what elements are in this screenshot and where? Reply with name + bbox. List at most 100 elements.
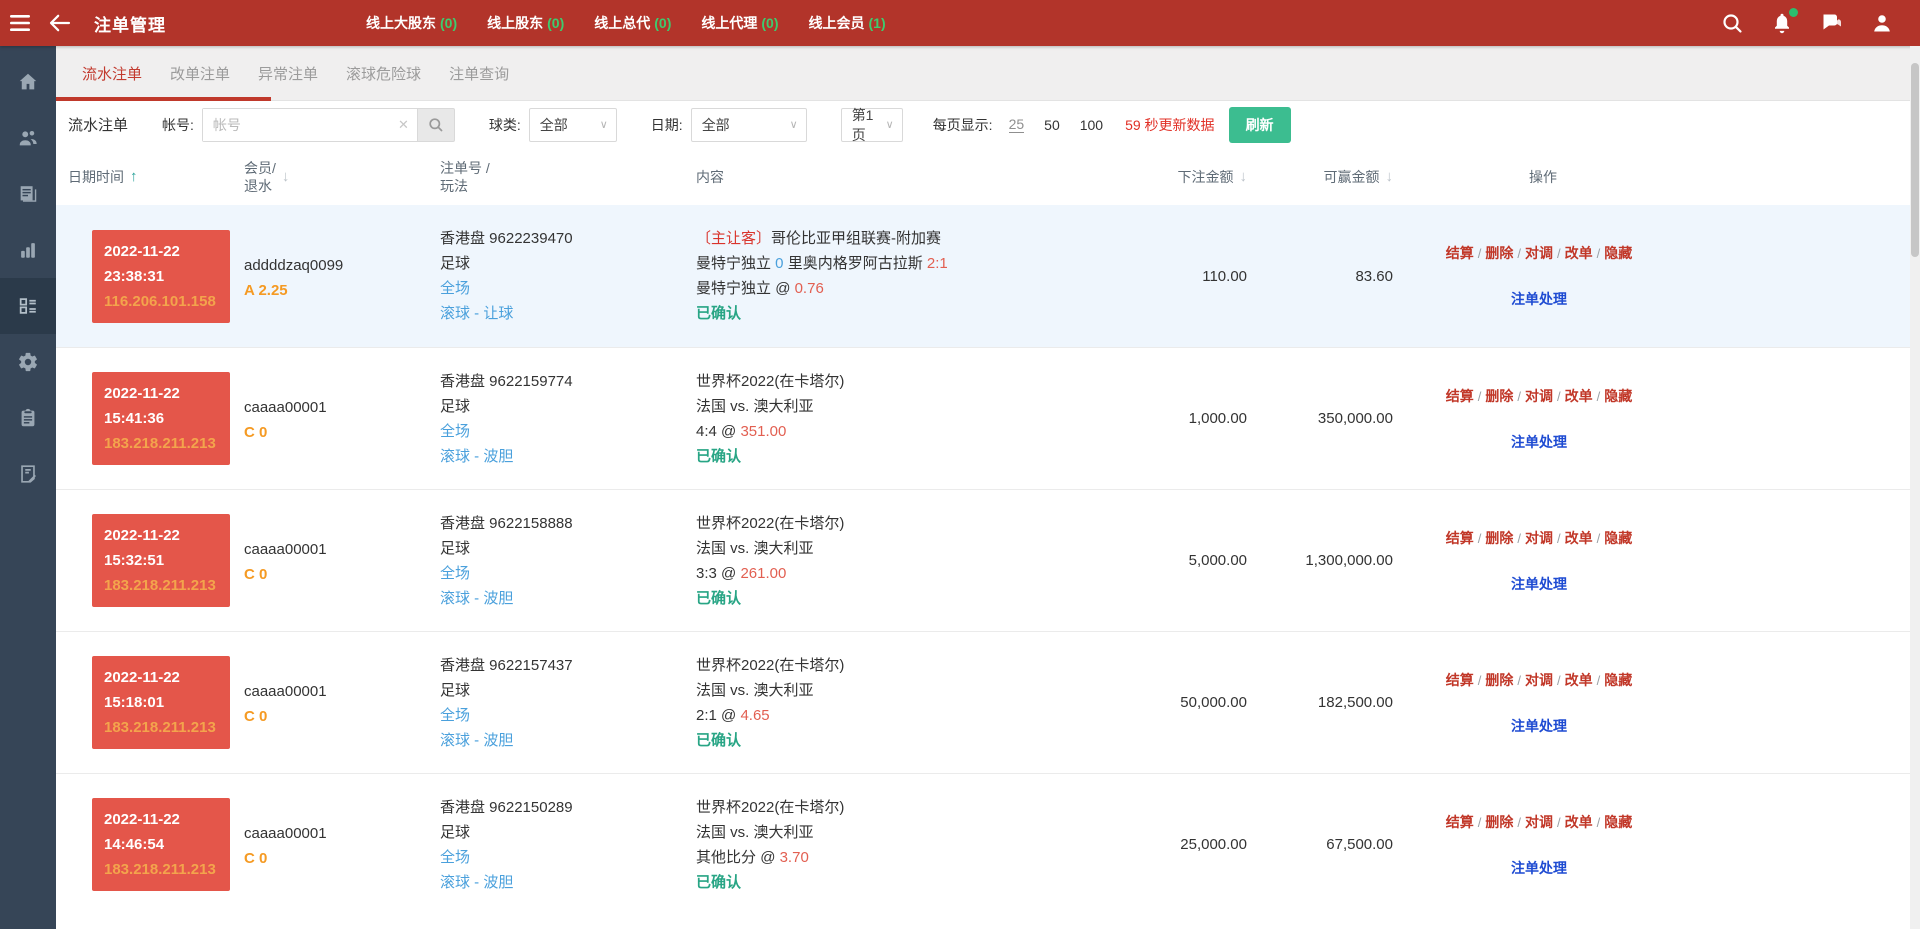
nav-online-shareholder[interactable]: 线上股东(0) [487,13,564,33]
sidebar-item-news[interactable] [0,166,56,222]
scope-link[interactable]: 全场 [440,276,470,301]
process-order-link[interactable]: 注单处理 [1511,858,1567,878]
scope-link[interactable]: 全场 [440,703,470,728]
sort-desc-icon[interactable]: ↓ [1386,168,1394,185]
scope-link[interactable]: 全场 [440,845,470,870]
date-select[interactable]: 全部∨ [691,108,807,142]
chevron-down-icon: ∨ [886,118,894,131]
clear-icon[interactable]: ✕ [398,117,409,133]
settle-link[interactable]: 结算 [1446,530,1474,546]
modify-link[interactable]: 改单 [1565,672,1593,688]
table-row: 2022-11-2215:41:36183.218.211.213 caaaa0… [56,347,1910,489]
play-type-link[interactable]: 滚球 - 波胆 [440,444,513,469]
nav-online-major-shareholder[interactable]: 线上大股东(0) [366,13,457,33]
sort-asc-icon[interactable]: ↑ [130,168,138,185]
modify-link[interactable]: 改单 [1565,388,1593,404]
stake-amount: 50,000.00 [1078,680,1259,725]
delete-link[interactable]: 删除 [1485,672,1513,688]
page-select[interactable]: 第1页∨ [841,108,903,142]
back-arrow-icon[interactable] [40,0,80,46]
sort-desc-icon[interactable]: ↓ [282,168,290,185]
settle-link[interactable]: 结算 [1446,672,1474,688]
datetime-badge: 2022-11-2215:18:01183.218.211.213 [92,656,230,749]
tab-order-search[interactable]: 注单查询 [439,63,519,84]
hide-link[interactable]: 隐藏 [1604,672,1632,688]
sidebar-item-orders[interactable] [0,278,56,334]
header-win[interactable]: 可赢金额↓ [1259,167,1405,187]
status-badge: 已确认 [696,732,741,749]
tab-abnormal-orders[interactable]: 异常注单 [248,63,328,84]
tab-modified-orders[interactable]: 改单注单 [160,63,240,84]
nav-online-member[interactable]: 线上会员(1) [809,13,886,33]
modify-link[interactable]: 改单 [1565,245,1593,261]
nav-online-agent[interactable]: 线上代理(0) [701,13,778,33]
header-member[interactable]: 会员/退水 ↓ [236,159,432,195]
scope-link[interactable]: 全场 [440,561,470,586]
process-order-link[interactable]: 注单处理 [1511,432,1567,452]
delete-link[interactable]: 删除 [1485,388,1513,404]
settle-link[interactable]: 结算 [1446,814,1474,830]
bell-icon[interactable] [1770,11,1794,35]
sport-select[interactable]: 全部∨ [529,108,617,142]
play-type-link[interactable]: 滚球 - 波胆 [440,728,513,753]
chat-icon[interactable] [1820,11,1844,35]
play-type-link[interactable]: 滚球 - 波胆 [440,870,513,895]
clipboard-icon [17,407,39,429]
tab-flow-orders[interactable]: 流水注单 [72,63,152,84]
hide-link[interactable]: 隐藏 [1604,530,1632,546]
sidebar-item-home[interactable] [0,54,56,110]
per-page-option-25[interactable]: 25 [1009,116,1025,133]
process-order-link[interactable]: 注单处理 [1511,574,1567,594]
hide-link[interactable]: 隐藏 [1604,814,1632,830]
swap-link[interactable]: 对调 [1525,245,1553,261]
delete-link[interactable]: 删除 [1485,814,1513,830]
nav-online-general-agent[interactable]: 线上总代(0) [594,13,671,33]
per-page-option-50[interactable]: 50 [1044,117,1060,133]
scope-link[interactable]: 全场 [440,419,470,444]
play-type-link[interactable]: 滚球 - 让球 [440,301,513,326]
refresh-button[interactable]: 刷新 [1229,107,1291,143]
swap-link[interactable]: 对调 [1525,814,1553,830]
sidebar [0,46,56,929]
members-icon [17,127,39,149]
chevron-down-icon: ∨ [600,118,608,131]
swap-link[interactable]: 对调 [1525,530,1553,546]
search-icon[interactable] [1720,11,1744,35]
play-type-link[interactable]: 滚球 - 波胆 [440,586,513,611]
operations: 结算/删除/对调/改单/隐藏 注单处理 [1405,372,1673,466]
account-input[interactable] [203,109,417,141]
settle-link[interactable]: 结算 [1446,388,1474,404]
gear-icon [17,351,39,373]
sport-type: 足球 [440,678,680,703]
win-amount: 350,000.00 [1259,396,1405,441]
hide-link[interactable]: 隐藏 [1604,388,1632,404]
account-search-button[interactable] [417,108,455,142]
menu-icon[interactable] [0,0,40,46]
sidebar-item-members[interactable] [0,110,56,166]
user-icon[interactable] [1870,11,1894,35]
sport-label: 球类: [489,115,521,135]
vertical-scrollbar[interactable] [1910,46,1920,929]
bet-number: 香港盘 9622159774 [440,369,680,394]
swap-link[interactable]: 对调 [1525,672,1553,688]
delete-link[interactable]: 删除 [1485,530,1513,546]
sort-desc-icon[interactable]: ↓ [1240,168,1248,185]
hide-link[interactable]: 隐藏 [1604,245,1632,261]
per-page-option-100[interactable]: 100 [1080,117,1103,133]
sidebar-item-clipboard[interactable] [0,390,56,446]
tab-rolling-danger-ball[interactable]: 滚球危险球 [336,63,431,84]
scrollbar-thumb[interactable] [1911,63,1919,257]
sidebar-item-reports[interactable] [0,222,56,278]
header-datetime[interactable]: 日期时间↑ [56,167,236,187]
modify-link[interactable]: 改单 [1565,530,1593,546]
swap-link[interactable]: 对调 [1525,388,1553,404]
settle-link[interactable]: 结算 [1446,245,1474,261]
process-order-link[interactable]: 注单处理 [1511,289,1567,309]
sidebar-item-settings[interactable] [0,334,56,390]
section-label: 流水注单 [68,114,128,135]
sidebar-item-journal[interactable] [0,446,56,502]
process-order-link[interactable]: 注单处理 [1511,716,1567,736]
header-stake[interactable]: 下注金额↓ [1078,167,1259,187]
modify-link[interactable]: 改单 [1565,814,1593,830]
delete-link[interactable]: 删除 [1485,245,1513,261]
